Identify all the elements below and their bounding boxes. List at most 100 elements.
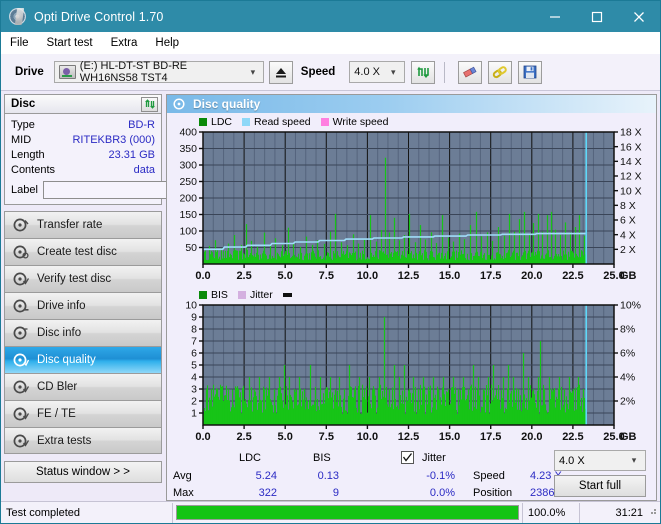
- sidebar-item-disc-info[interactable]: Disc info: [4, 319, 162, 346]
- position-stat-label: Position: [473, 487, 513, 499]
- main-body: Disc Type BD-R MID RITEKBR3 (000) Length…: [1, 92, 660, 501]
- svg-text:17.5: 17.5: [480, 270, 501, 282]
- progress-percent: 100.0%: [522, 502, 580, 523]
- sidebar-item-cd-bler[interactable]: CD Bler: [4, 373, 162, 400]
- window-title: Opti Drive Control 1.70: [34, 9, 164, 24]
- disc-refresh-button[interactable]: [141, 96, 158, 112]
- bis-legend-swatch: [199, 290, 207, 299]
- menu-extra[interactable]: Extra: [111, 35, 147, 51]
- sidebar-item-drive-info[interactable]: Drive info: [4, 292, 162, 319]
- svg-text:15.0: 15.0: [439, 270, 460, 282]
- sidebar-item-extra-tests[interactable]: Extra tests: [4, 427, 162, 454]
- svg-text:20.0: 20.0: [521, 431, 542, 443]
- svg-text:4%: 4%: [620, 372, 635, 384]
- svg-text:6%: 6%: [620, 348, 635, 360]
- svg-text:3: 3: [191, 384, 197, 396]
- progress-bar: [176, 505, 519, 520]
- svg-text:400: 400: [179, 128, 197, 139]
- elapsed-time: 31:21: [615, 506, 643, 519]
- disc-test-icon: [13, 407, 30, 421]
- svg-text:16 X: 16 X: [620, 141, 642, 153]
- drive-icon: [58, 65, 76, 79]
- link-button[interactable]: [488, 60, 513, 84]
- disc-panel: Disc Type BD-R MID RITEKBR3 (000) Length…: [4, 94, 247, 205]
- sidebar-item-transfer-rate[interactable]: Transfer rate: [4, 211, 162, 238]
- svg-text:GB: GB: [620, 431, 637, 443]
- svg-text:5.0: 5.0: [278, 431, 293, 443]
- title-bar: Opti Drive Control 1.70: [1, 1, 660, 32]
- svg-text:2: 2: [191, 396, 197, 408]
- svg-text:300: 300: [179, 160, 197, 172]
- bis-chart: 1 2 3 4 5 6 7 8 9 10 2% 4% 6% 8% 10% 0.0 2.5 5.0 7.5 10.0 12…: [169, 301, 654, 447]
- disc-test-icon: [13, 272, 30, 286]
- svg-text:10%: 10%: [620, 301, 641, 312]
- minimize-icon[interactable]: [534, 1, 576, 32]
- svg-text:4 X: 4 X: [620, 229, 636, 241]
- menu-start-test[interactable]: Start test: [47, 35, 102, 51]
- drive-label: Drive: [15, 66, 44, 78]
- disc-row-contents: Contents data: [11, 162, 155, 177]
- svg-text:250: 250: [179, 176, 197, 188]
- status-window-button[interactable]: Status window > >: [4, 461, 162, 483]
- bis-chart-legend: BIS Jitter: [169, 288, 654, 301]
- sidebar-item-verify-test-disc[interactable]: Verify test disc: [4, 265, 162, 292]
- disc-quality-header: Disc quality: [167, 95, 656, 113]
- sidebar-item-disc-quality[interactable]: Disc quality: [4, 346, 162, 373]
- eject-button[interactable]: [268, 60, 293, 84]
- status-bar: Test completed 100.0% 31:21: [1, 501, 660, 523]
- svg-text:22.5: 22.5: [562, 431, 583, 443]
- disc-panel-header: Disc: [5, 95, 161, 114]
- close-icon[interactable]: [618, 1, 660, 32]
- svg-text:2%: 2%: [620, 396, 635, 408]
- svg-text:12.5: 12.5: [398, 270, 419, 282]
- speed-select-value: 4.0 X: [354, 66, 380, 78]
- drive-toolbar: Drive (E:) HL-DT-ST BD-RE WH16NS58 TST4 …: [1, 54, 660, 91]
- disc-test-icon: [13, 326, 29, 340]
- speed-select[interactable]: 4.0 X ▾: [349, 61, 406, 83]
- menu-help[interactable]: Help: [155, 35, 188, 51]
- svg-text:6: 6: [191, 348, 197, 360]
- sidebar-item-fe-te[interactable]: FE / TE: [4, 400, 162, 427]
- jitter-label: Jitter: [422, 452, 446, 464]
- svg-text:8 X: 8 X: [620, 200, 636, 212]
- disc-test-icon: [13, 380, 30, 394]
- eraser-button[interactable]: [458, 60, 483, 84]
- disc-test-icon: [13, 299, 29, 313]
- svg-text:10.0: 10.0: [357, 270, 378, 282]
- chevron-down-icon: ▾: [250, 66, 256, 77]
- start-full-button[interactable]: Start full: [554, 475, 646, 497]
- resize-grip-icon[interactable]: [648, 506, 660, 519]
- panel-title: Disc quality: [193, 97, 261, 111]
- chevron-down-icon: ▾: [391, 66, 396, 77]
- svg-text:2 X: 2 X: [620, 244, 636, 256]
- maximize-icon[interactable]: [576, 1, 618, 32]
- jitter-checkbox[interactable]: [401, 451, 414, 464]
- save-button[interactable]: [518, 60, 543, 84]
- refresh-button[interactable]: [411, 60, 436, 84]
- menu-bar: File Start test Extra Help: [1, 32, 660, 54]
- bis-avg-value: 0.13: [317, 470, 339, 482]
- avg-row-header: Avg: [173, 470, 192, 482]
- svg-text:7: 7: [191, 336, 197, 348]
- svg-text:350: 350: [179, 143, 197, 155]
- test-speed-select[interactable]: 4.0 X ▾: [554, 450, 646, 471]
- link-icon: [493, 66, 508, 79]
- svg-text:10 X: 10 X: [620, 185, 642, 197]
- disc-test-icon: [13, 353, 30, 367]
- disc-quality-icon: [173, 98, 185, 110]
- svg-text:0.0: 0.0: [195, 270, 210, 282]
- sidebar-item-label: Disc quality: [37, 354, 96, 366]
- ldc-column-header: LDC: [239, 452, 262, 464]
- svg-text:8: 8: [191, 324, 197, 336]
- sidebar-item-label: FE / TE: [37, 408, 76, 420]
- menu-file[interactable]: File: [10, 35, 38, 51]
- drive-select[interactable]: (E:) HL-DT-ST BD-RE WH16NS58 TST4 ▾: [53, 60, 264, 84]
- ldc-avg-value: 5.24: [255, 470, 277, 482]
- disc-mid-label: MID: [11, 133, 32, 146]
- window-controls: [534, 1, 660, 32]
- disc-test-icon: [13, 245, 29, 259]
- sidebar-item-create-test-disc[interactable]: Create test disc: [4, 238, 162, 265]
- refresh-icon: [144, 99, 155, 109]
- sidebar-item-label: Transfer rate: [37, 219, 103, 231]
- jitter-avg-value: -0.1%: [426, 470, 455, 482]
